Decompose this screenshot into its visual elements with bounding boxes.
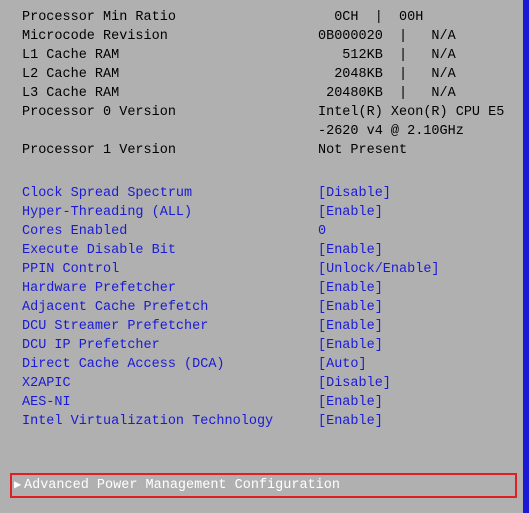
option-row[interactable]: Hardware Prefetcher [Enable] <box>0 279 529 298</box>
option-value: [Enable] <box>318 279 383 298</box>
info-label: Processor Min Ratio <box>22 8 318 27</box>
option-label: Hyper-Threading (ALL) <box>22 203 318 222</box>
submenu-label: Advanced Power Management Configuration <box>24 476 340 495</box>
option-label: Execute Disable Bit <box>22 241 318 260</box>
option-row[interactable]: Clock Spread Spectrum [Disable] <box>0 184 529 203</box>
option-row[interactable]: Execute Disable Bit [Enable] <box>0 241 529 260</box>
option-label: Adjacent Cache Prefetch <box>22 298 318 317</box>
option-row[interactable]: AES-NI [Enable] <box>0 393 529 412</box>
info-value: Intel(R) Xeon(R) CPU E5 <box>318 103 504 122</box>
option-value: [Enable] <box>318 203 383 222</box>
option-label: Direct Cache Access (DCA) <box>22 355 318 374</box>
info-row: Processor 0 Version Intel(R) Xeon(R) CPU… <box>0 103 529 122</box>
submenu-caret-icon: ▶ <box>14 476 24 495</box>
option-value: 0 <box>318 222 326 241</box>
option-label: Hardware Prefetcher <box>22 279 318 298</box>
option-label: DCU IP Prefetcher <box>22 336 318 355</box>
info-value: 512KB | N/A <box>318 46 456 65</box>
info-row: L3 Cache RAM 20480KB | N/A <box>0 84 529 103</box>
info-label: L2 Cache RAM <box>22 65 318 84</box>
option-row[interactable]: X2APIC [Disable] <box>0 374 529 393</box>
option-value: [Disable] <box>318 184 391 203</box>
info-row: Microcode Revision 0B000020 | N/A <box>0 27 529 46</box>
info-label: Microcode Revision <box>22 27 318 46</box>
info-row: -2620 v4 @ 2.10GHz <box>0 122 529 141</box>
scrollbar[interactable] <box>523 0 529 513</box>
option-row[interactable]: Intel Virtualization Technology [Enable] <box>0 412 529 431</box>
info-value: 0CH | 00H <box>318 8 423 27</box>
info-label: Processor 1 Version <box>22 141 318 160</box>
option-value: [Enable] <box>318 412 383 431</box>
option-value: [Enable] <box>318 393 383 412</box>
option-value: [Disable] <box>318 374 391 393</box>
info-row: Processor 1 Version Not Present <box>0 141 529 160</box>
option-value: [Auto] <box>318 355 367 374</box>
option-label: Cores Enabled <box>22 222 318 241</box>
info-row: L2 Cache RAM 2048KB | N/A <box>0 65 529 84</box>
info-row: Processor Min Ratio 0CH | 00H <box>0 8 529 27</box>
bios-setup-screen: Processor Min Ratio 0CH | 00H Microcode … <box>0 0 529 513</box>
info-value: 20480KB | N/A <box>318 84 456 103</box>
advanced-power-management-submenu[interactable]: ▶ Advanced Power Management Configuratio… <box>10 473 517 498</box>
info-label: Processor 0 Version <box>22 103 318 122</box>
option-value: [Enable] <box>318 298 383 317</box>
option-label: PPIN Control <box>22 260 318 279</box>
option-value: [Enable] <box>318 317 383 336</box>
info-row: L1 Cache RAM 512KB | N/A <box>0 46 529 65</box>
cpu-options-section: Clock Spread Spectrum [Disable] Hyper-Th… <box>0 184 529 431</box>
option-row[interactable]: DCU Streamer Prefetcher [Enable] <box>0 317 529 336</box>
section-gap <box>0 160 529 184</box>
info-value: Not Present <box>318 141 407 160</box>
option-row[interactable]: PPIN Control [Unlock/Enable] <box>0 260 529 279</box>
option-row[interactable]: DCU IP Prefetcher [Enable] <box>0 336 529 355</box>
option-label: X2APIC <box>22 374 318 393</box>
option-label: Intel Virtualization Technology <box>22 412 318 431</box>
processor-info-section: Processor Min Ratio 0CH | 00H Microcode … <box>0 8 529 160</box>
info-value: 0B000020 | N/A <box>318 27 456 46</box>
option-label: AES-NI <box>22 393 318 412</box>
option-row[interactable]: Hyper-Threading (ALL) [Enable] <box>0 203 529 222</box>
option-value: [Unlock/Enable] <box>318 260 440 279</box>
info-label: L1 Cache RAM <box>22 46 318 65</box>
option-label: DCU Streamer Prefetcher <box>22 317 318 336</box>
option-label: Clock Spread Spectrum <box>22 184 318 203</box>
info-label: L3 Cache RAM <box>22 84 318 103</box>
option-value: [Enable] <box>318 241 383 260</box>
option-row[interactable]: Direct Cache Access (DCA) [Auto] <box>0 355 529 374</box>
option-value: [Enable] <box>318 336 383 355</box>
info-value: 2048KB | N/A <box>318 65 456 84</box>
option-row[interactable]: Cores Enabled 0 <box>0 222 529 241</box>
option-row[interactable]: Adjacent Cache Prefetch [Enable] <box>0 298 529 317</box>
info-value: -2620 v4 @ 2.10GHz <box>318 122 464 141</box>
